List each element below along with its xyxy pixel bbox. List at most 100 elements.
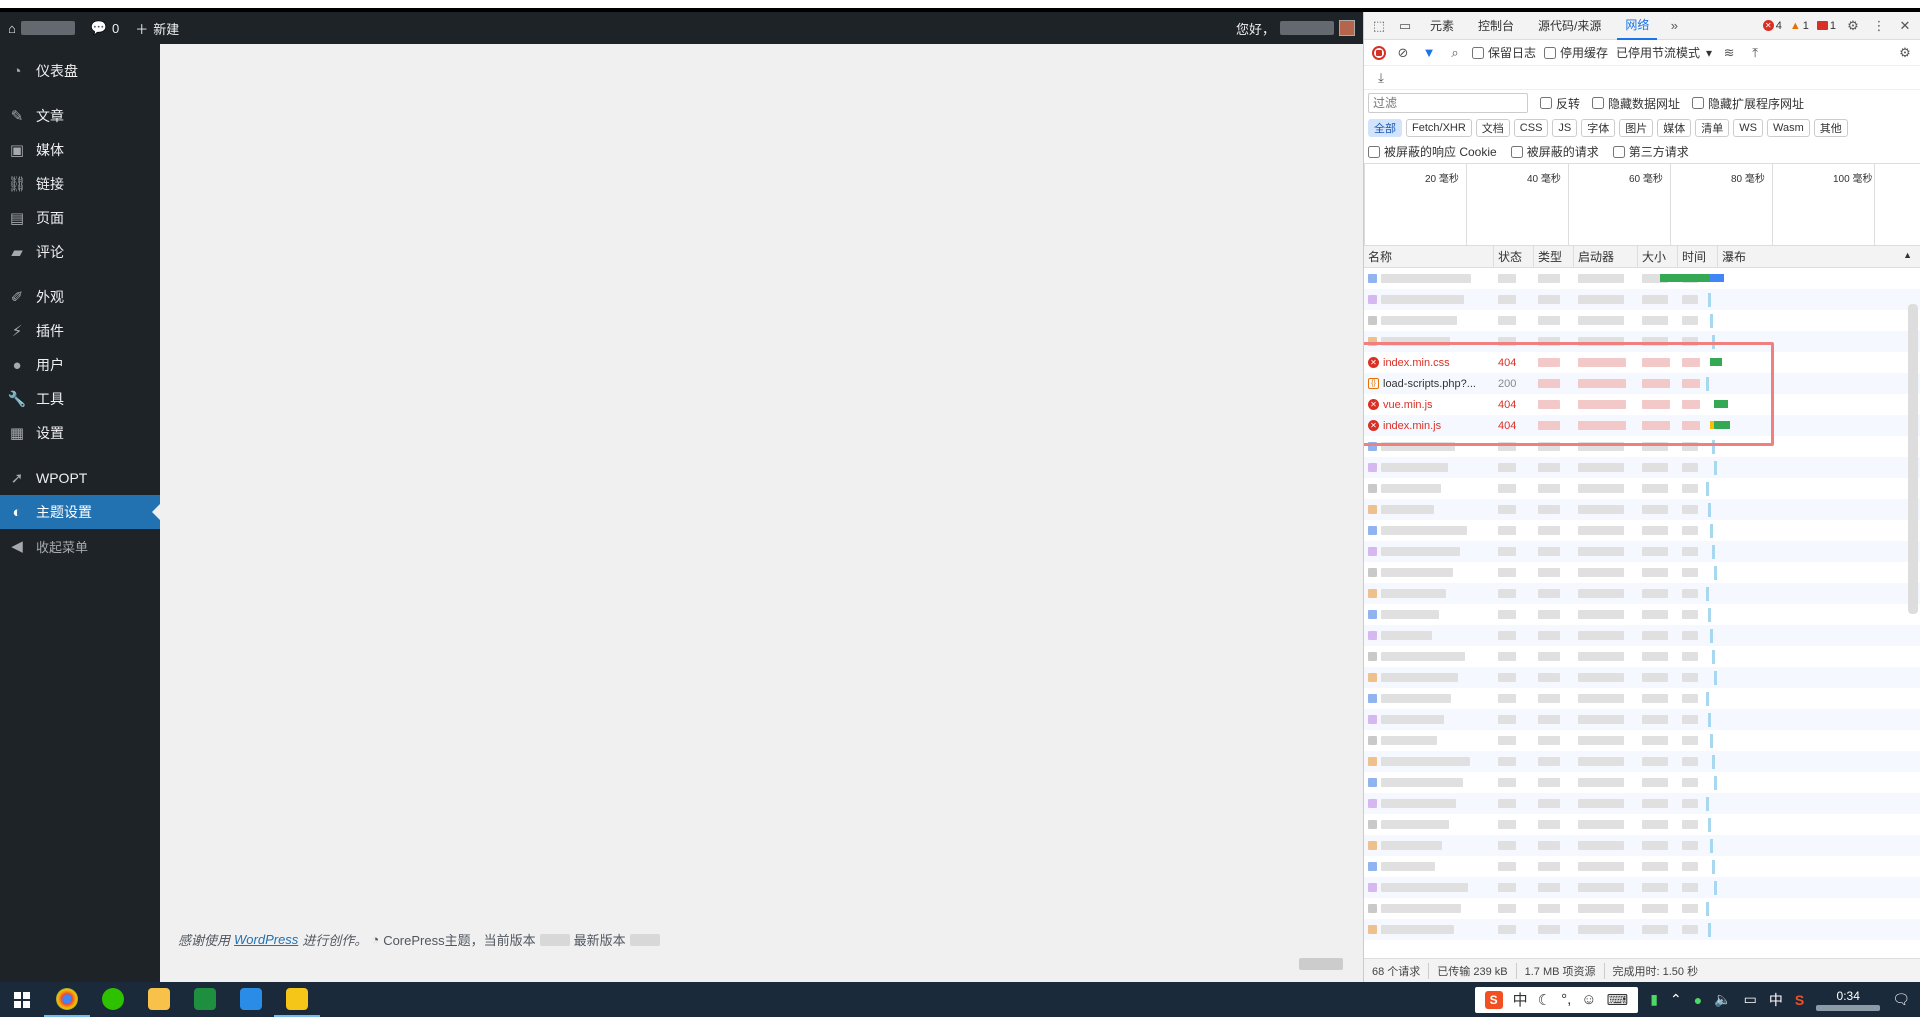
kebab-menu-icon[interactable]: ⋮ bbox=[1870, 17, 1888, 35]
my-account-link[interactable]: 您好， bbox=[1228, 12, 1363, 44]
comments-link[interactable]: 💬 0 bbox=[83, 12, 127, 44]
sidebar-item-media[interactable]: ▣ 媒体 bbox=[0, 133, 160, 167]
table-row[interactable] bbox=[1364, 625, 1920, 646]
table-row[interactable] bbox=[1364, 877, 1920, 898]
table-row[interactable] bbox=[1364, 793, 1920, 814]
tab-sources[interactable]: 源代码/来源 bbox=[1530, 12, 1609, 40]
requests-table-body[interactable]: ✕ index.min.css 404 {} load-scripts.php?... 2… bbox=[1364, 268, 1920, 958]
type-filter-fetch-xhr[interactable]: Fetch/XHR bbox=[1406, 119, 1472, 137]
table-row[interactable] bbox=[1364, 478, 1920, 499]
table-row[interactable] bbox=[1364, 268, 1920, 289]
wordpress-link[interactable]: WordPress bbox=[234, 932, 298, 947]
table-row[interactable]: ✕ index.min.css 404 bbox=[1364, 352, 1920, 373]
type-filter-js[interactable]: JS bbox=[1552, 119, 1578, 137]
device-toggle-icon[interactable]: ▭ bbox=[1396, 17, 1414, 35]
new-content-link[interactable]: ＋ 新建 bbox=[127, 12, 187, 44]
blocked-cookies-checkbox[interactable]: 被屏蔽的响应 Cookie bbox=[1368, 143, 1497, 160]
network-tray-icon[interactable]: ● bbox=[1694, 992, 1702, 1008]
collapse-menu-button[interactable]: ◀ 收起菜单 bbox=[0, 529, 160, 563]
sidebar-item-comments[interactable]: ▰ 评论 bbox=[0, 235, 160, 269]
battery-icon[interactable]: ▮ bbox=[1650, 991, 1658, 1008]
type-filter-other[interactable]: 其他 bbox=[1813, 119, 1848, 137]
taskbar-app-other[interactable] bbox=[274, 982, 320, 1017]
more-tabs-icon[interactable]: » bbox=[1665, 17, 1683, 35]
start-button[interactable] bbox=[0, 982, 44, 1017]
message-count-badge[interactable]: 1 bbox=[1816, 20, 1836, 32]
table-row[interactable] bbox=[1364, 604, 1920, 625]
sidebar-item-dashboard[interactable]: ◔ 仪表盘 bbox=[0, 54, 160, 88]
upload-icon[interactable]: ⤒ bbox=[1746, 44, 1764, 62]
taskbar-app-terminal[interactable] bbox=[182, 982, 228, 1017]
table-row[interactable] bbox=[1364, 520, 1920, 541]
warning-count-badge[interactable]: ▲ 1 bbox=[1790, 20, 1809, 32]
tab-elements[interactable]: 元素 bbox=[1422, 12, 1462, 40]
taskbar-app-chrome[interactable] bbox=[44, 982, 90, 1017]
sidebar-item-pages[interactable]: ▤ 页面 bbox=[0, 201, 160, 235]
table-row[interactable] bbox=[1364, 646, 1920, 667]
table-row[interactable] bbox=[1364, 898, 1920, 919]
ime-toolbar[interactable]: S 中 ☾ °, ☺ ⌨ bbox=[1474, 986, 1639, 1013]
type-filter-font[interactable]: 字体 bbox=[1581, 119, 1616, 137]
table-row[interactable] bbox=[1364, 856, 1920, 877]
clock[interactable]: 0:34 bbox=[1816, 989, 1881, 1011]
table-row[interactable] bbox=[1364, 919, 1920, 940]
table-row[interactable] bbox=[1364, 835, 1920, 856]
table-row[interactable] bbox=[1364, 457, 1920, 478]
table-row[interactable] bbox=[1364, 541, 1920, 562]
home-link[interactable]: ⌂ bbox=[0, 12, 83, 44]
column-name[interactable]: 名称 bbox=[1364, 245, 1494, 268]
filter-input[interactable] bbox=[1368, 93, 1528, 113]
column-time[interactable]: 时间 bbox=[1678, 245, 1718, 268]
sidebar-item-tools[interactable]: 🔧 工具 bbox=[0, 382, 160, 416]
download-icon[interactable]: ⤓ bbox=[1372, 69, 1390, 87]
table-row[interactable]: {} load-scripts.php?... 200 bbox=[1364, 373, 1920, 394]
table-row[interactable] bbox=[1364, 310, 1920, 331]
column-type[interactable]: 类型 bbox=[1534, 245, 1574, 268]
tab-console[interactable]: 控制台 bbox=[1470, 12, 1522, 40]
taskbar-app-bird[interactable] bbox=[228, 982, 274, 1017]
requests-scrollbar[interactable] bbox=[1908, 304, 1918, 614]
close-icon[interactable]: ✕ bbox=[1896, 17, 1914, 35]
inspect-icon[interactable]: ⬚ bbox=[1370, 17, 1388, 35]
type-filter-manifest[interactable]: 清单 bbox=[1695, 119, 1730, 137]
table-row[interactable] bbox=[1364, 436, 1920, 457]
table-row[interactable] bbox=[1364, 772, 1920, 793]
search-icon[interactable]: ⌕ bbox=[1446, 44, 1464, 62]
table-row[interactable] bbox=[1364, 688, 1920, 709]
sidebar-item-posts[interactable]: ✎ 文章 bbox=[0, 99, 160, 133]
sogou-tray-icon[interactable]: S bbox=[1795, 992, 1804, 1008]
table-row[interactable]: ✕ index.min.js 404 bbox=[1364, 415, 1920, 436]
error-count-badge[interactable]: ✕ 4 bbox=[1762, 20, 1782, 32]
disable-cache-checkbox[interactable]: 停用缓存 bbox=[1544, 44, 1608, 61]
clear-icon[interactable]: ⊘ bbox=[1394, 44, 1412, 62]
table-row[interactable] bbox=[1364, 751, 1920, 772]
input-language[interactable]: 中 bbox=[1769, 990, 1783, 1010]
sidebar-item-appearance[interactable]: ✐ 外观 bbox=[0, 280, 160, 314]
table-row[interactable] bbox=[1364, 730, 1920, 751]
taskbar-app-wechat[interactable] bbox=[90, 982, 136, 1017]
invert-checkbox[interactable]: 反转 bbox=[1540, 95, 1580, 112]
taskbar-app-explorer[interactable] bbox=[136, 982, 182, 1017]
hide-data-urls-checkbox[interactable]: 隐藏数据网址 bbox=[1592, 95, 1680, 112]
table-row[interactable] bbox=[1364, 289, 1920, 310]
hide-extension-urls-checkbox[interactable]: 隐藏扩展程序网址 bbox=[1692, 95, 1804, 112]
gear-icon[interactable]: ⚙ bbox=[1844, 17, 1862, 35]
sidebar-item-links[interactable]: ⛓ 链接 bbox=[0, 167, 160, 201]
preserve-log-checkbox[interactable]: 保留日志 bbox=[1472, 44, 1536, 61]
network-conditions-icon[interactable]: ≋ bbox=[1720, 44, 1738, 62]
sidebar-item-wpopt[interactable]: ➚ WPOPT bbox=[0, 461, 160, 495]
column-status[interactable]: 状态 bbox=[1494, 245, 1534, 268]
type-filter-css[interactable]: CSS bbox=[1513, 119, 1549, 137]
type-filter-all[interactable]: 全部 bbox=[1368, 119, 1402, 137]
type-filter-doc[interactable]: 文档 bbox=[1475, 119, 1510, 137]
table-row[interactable] bbox=[1364, 499, 1920, 520]
sidebar-item-users[interactable]: ● 用户 bbox=[0, 348, 160, 382]
sidebar-item-theme-settings[interactable]: ◐ 主题设置 bbox=[0, 495, 160, 529]
overview-timeline[interactable]: 20 毫秒 40 毫秒 60 毫秒 80 毫秒 100 毫秒 bbox=[1364, 164, 1920, 246]
type-filter-img[interactable]: 图片 bbox=[1619, 119, 1654, 137]
notification-icon[interactable]: 🗨 bbox=[1892, 991, 1910, 1008]
table-row[interactable] bbox=[1364, 814, 1920, 835]
table-row[interactable] bbox=[1364, 583, 1920, 604]
record-button[interactable] bbox=[1372, 45, 1386, 60]
network-settings-icon[interactable]: ⚙ bbox=[1896, 44, 1914, 62]
